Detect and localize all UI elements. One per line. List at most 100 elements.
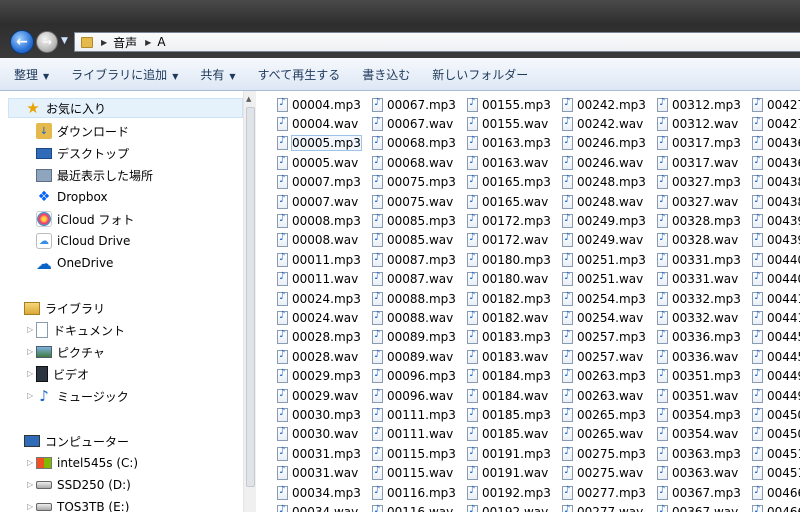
file-item[interactable]: 00438 bbox=[752, 192, 800, 211]
file-item[interactable]: 00089.wav bbox=[372, 347, 456, 366]
file-item[interactable]: 00336.wav bbox=[657, 347, 741, 366]
file-item[interactable]: 00007.wav bbox=[277, 192, 361, 211]
file-item[interactable]: 00192.wav bbox=[467, 502, 551, 512]
file-item[interactable]: 00116.mp3 bbox=[372, 483, 456, 502]
file-item[interactable]: 00191.wav bbox=[467, 463, 551, 482]
file-item[interactable]: 00172.mp3 bbox=[467, 211, 551, 230]
file-item[interactable]: 00180.mp3 bbox=[467, 250, 551, 269]
file-item[interactable]: 00251.mp3 bbox=[562, 250, 646, 269]
expand-arrow-icon[interactable]: ▷ bbox=[27, 391, 33, 400]
include-in-library-button[interactable]: ライブラリに追加 ▼ bbox=[71, 66, 178, 83]
file-item[interactable]: 00328.mp3 bbox=[657, 211, 741, 230]
file-item[interactable]: 00251.wav bbox=[562, 270, 646, 289]
play-all-button[interactable]: すべて再生する bbox=[258, 66, 341, 83]
nav-libraries-header[interactable]: ライブラリ bbox=[24, 298, 105, 318]
file-item[interactable]: 00317.wav bbox=[657, 153, 741, 172]
file-item[interactable]: 00089.mp3 bbox=[372, 328, 456, 347]
file-item[interactable]: 00363.wav bbox=[657, 463, 741, 482]
file-item[interactable]: 00449 bbox=[752, 386, 800, 405]
file-item[interactable]: 00263.wav bbox=[562, 386, 646, 405]
file-item[interactable]: 00275.mp3 bbox=[562, 444, 646, 463]
nav-item-drive-e[interactable]: TOS3TB (E:) bbox=[36, 497, 129, 512]
file-item[interactable]: 00068.mp3 bbox=[372, 134, 456, 153]
file-item[interactable]: 00185.mp3 bbox=[467, 405, 551, 424]
scroll-up-icon[interactable]: ▲ bbox=[246, 95, 251, 103]
nav-item-desktop[interactable]: デスクトップ bbox=[36, 143, 129, 163]
scrollbar-thumb[interactable] bbox=[246, 107, 255, 487]
file-item[interactable]: 00331.wav bbox=[657, 270, 741, 289]
breadcrumb-item[interactable]: 音声 bbox=[113, 34, 137, 51]
file-item[interactable]: 00263.mp3 bbox=[562, 366, 646, 385]
file-item[interactable]: 00068.wav bbox=[372, 153, 456, 172]
file-item[interactable]: 00115.mp3 bbox=[372, 444, 456, 463]
file-item[interactable]: 00445 bbox=[752, 328, 800, 347]
file-item[interactable]: 00328.wav bbox=[657, 231, 741, 250]
nav-item-recent-places[interactable]: 最近表示した場所 bbox=[36, 165, 153, 185]
file-item[interactable]: 00438 bbox=[752, 173, 800, 192]
nav-item-onedrive[interactable]: ☁ OneDrive bbox=[36, 253, 113, 273]
file-item[interactable]: 00165.wav bbox=[467, 192, 551, 211]
file-item[interactable]: 00450 bbox=[752, 425, 800, 444]
file-item[interactable]: 00439 bbox=[752, 211, 800, 230]
forward-button[interactable]: → bbox=[36, 31, 58, 53]
file-item[interactable]: 00367.wav bbox=[657, 502, 741, 512]
file-item[interactable]: 00005.wav bbox=[277, 153, 361, 172]
file-item[interactable]: 00011.wav bbox=[277, 270, 361, 289]
file-item[interactable]: 00028.wav bbox=[277, 347, 361, 366]
file-item[interactable]: 00331.mp3 bbox=[657, 250, 741, 269]
file-item[interactable]: 00085.mp3 bbox=[372, 211, 456, 230]
file-item[interactable]: 00248.mp3 bbox=[562, 173, 646, 192]
file-item[interactable]: 00351.mp3 bbox=[657, 366, 741, 385]
file-item[interactable]: 00024.mp3 bbox=[277, 289, 361, 308]
breadcrumb-arrow-icon[interactable]: ▶ bbox=[145, 38, 151, 47]
file-item[interactable]: 00067.wav bbox=[372, 114, 456, 133]
nav-favorites-header[interactable]: ★ お気に入り bbox=[8, 98, 243, 118]
expand-arrow-icon[interactable]: ▷ bbox=[27, 347, 33, 356]
file-item[interactable]: 00254.wav bbox=[562, 308, 646, 327]
file-item[interactable]: 00332.mp3 bbox=[657, 289, 741, 308]
nav-item-pictures[interactable]: ピクチャ bbox=[36, 342, 105, 362]
file-item[interactable]: 00441 bbox=[752, 289, 800, 308]
file-item[interactable]: 00436 bbox=[752, 134, 800, 153]
file-item[interactable]: 00111.mp3 bbox=[372, 405, 456, 424]
navigation-scrollbar[interactable]: ▲ bbox=[243, 91, 256, 512]
file-item[interactable]: 00182.mp3 bbox=[467, 289, 551, 308]
file-item[interactable]: 00246.mp3 bbox=[562, 134, 646, 153]
file-item[interactable]: 00184.wav bbox=[467, 386, 551, 405]
nav-item-icloud-drive[interactable]: ☁ iCloud Drive bbox=[36, 231, 130, 251]
file-item[interactable]: 00005.mp3 bbox=[277, 134, 362, 153]
file-item[interactable]: 00327.mp3 bbox=[657, 173, 741, 192]
file-item[interactable]: 00165.mp3 bbox=[467, 173, 551, 192]
file-item[interactable]: 00096.wav bbox=[372, 386, 456, 405]
nav-item-icloud-photos[interactable]: iCloud フォト bbox=[36, 209, 134, 229]
file-item[interactable]: 00011.mp3 bbox=[277, 250, 361, 269]
file-item[interactable]: 00445 bbox=[752, 347, 800, 366]
file-item[interactable]: 00440 bbox=[752, 250, 800, 269]
file-item[interactable]: 00163.wav bbox=[467, 153, 551, 172]
file-item[interactable]: 00265.wav bbox=[562, 425, 646, 444]
file-item[interactable]: 00265.mp3 bbox=[562, 405, 646, 424]
file-item[interactable]: 00246.wav bbox=[562, 153, 646, 172]
file-item[interactable]: 00257.wav bbox=[562, 347, 646, 366]
back-button[interactable]: ← bbox=[10, 30, 34, 54]
share-button[interactable]: 共有 ▼ bbox=[200, 66, 235, 83]
file-item[interactable]: 00441 bbox=[752, 308, 800, 327]
file-item[interactable]: 00183.wav bbox=[467, 347, 551, 366]
file-item[interactable]: 00332.wav bbox=[657, 308, 741, 327]
file-item[interactable]: 00354.mp3 bbox=[657, 405, 741, 424]
file-item[interactable]: 00449 bbox=[752, 366, 800, 385]
file-item[interactable]: 00312.wav bbox=[657, 114, 741, 133]
file-item[interactable]: 00180.wav bbox=[467, 270, 551, 289]
nav-item-dropbox[interactable]: ❖ Dropbox bbox=[36, 187, 108, 207]
file-item[interactable]: 00116.wav bbox=[372, 502, 456, 512]
file-item[interactable]: 00354.wav bbox=[657, 425, 741, 444]
file-item[interactable]: 00008.mp3 bbox=[277, 211, 361, 230]
address-bar[interactable]: ▶ 音声 ▶ A bbox=[74, 32, 800, 52]
file-item[interactable]: 00182.wav bbox=[467, 308, 551, 327]
file-item[interactable]: 00427 bbox=[752, 95, 800, 114]
file-item[interactable]: 00351.wav bbox=[657, 386, 741, 405]
file-item[interactable]: 00317.mp3 bbox=[657, 134, 741, 153]
expand-arrow-icon[interactable]: ▷ bbox=[27, 325, 33, 334]
file-item[interactable]: 00466 bbox=[752, 483, 800, 502]
file-item[interactable]: 00004.wav bbox=[277, 114, 361, 133]
